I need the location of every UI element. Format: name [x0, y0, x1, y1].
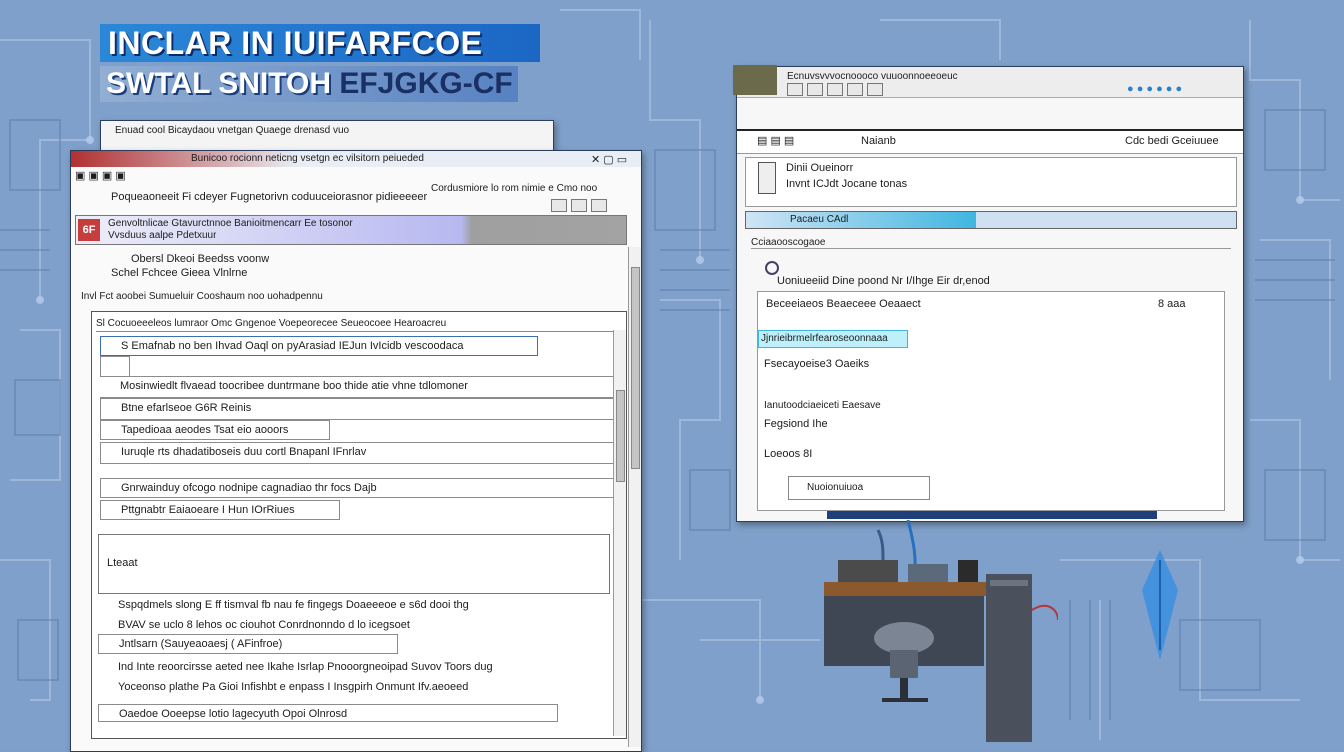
sort-line: Schel Fchcee Gieea Vlnlrne [111, 267, 248, 279]
item-4[interactable]: Loeoos 8I [764, 448, 812, 460]
item-2[interactable]: Ianutoodciaeiceti Eaesave [764, 400, 881, 411]
list-scrollbar[interactable] [613, 330, 626, 736]
gear-icon[interactable] [765, 261, 779, 275]
file-icon [758, 162, 776, 194]
menu-row-icons[interactable]: ▣ ▣ ▣ ▣ [75, 169, 126, 182]
banner-subtext: Vvsduus aalpe Pdetxuur [108, 230, 217, 241]
breadcrumb[interactable]: Cciaaooscogaoe [751, 237, 1231, 249]
note-box[interactable]: Lteaat [98, 534, 610, 594]
list-panel[interactable]: Sl Cocuoeeeleos lumraor Omc Gngenoe Voep… [91, 311, 627, 739]
toolbar-btn-2[interactable] [571, 199, 587, 212]
right-window[interactable]: Ecnuvsvvvocnoooco vuuoonnoeeoeuc ● ● ● ●… [733, 65, 1244, 522]
toolbar-btn-1[interactable] [551, 199, 567, 212]
list-row-5[interactable]: Tapedioaa aeodes Tsat eio aooors [100, 420, 330, 440]
toolbar-btn-3[interactable] [591, 199, 607, 212]
text-input[interactable]: Nuoionuiuoa [788, 476, 930, 500]
main-window-title: Bunicoo rocionn neticng vsetgn ec vilsit… [191, 153, 424, 164]
list-row-4[interactable]: Btne efarlseoe G6R Reinis [100, 398, 614, 420]
props-line: Invl Fct aoobei Sumueluir Cooshaum noo u… [81, 291, 323, 302]
list-row-8[interactable]: Pttgnabtr Eaiaoeare I Hun IOrRiues [100, 500, 340, 520]
list-row-3[interactable]: Mosinwiedlt flvaead toocribee duntrmane … [100, 376, 614, 398]
bottom-row-2[interactable]: BVAV se uclo 8 lehos oc ciouhot Conrdnon… [98, 616, 612, 636]
field-1: Dinii Oueinorr [786, 162, 854, 174]
main-scrollbar[interactable] [628, 247, 641, 747]
subtitle-part-a: SWTAL SNITOH [106, 67, 340, 100]
field-2: Invnt ICJdt Jocane tonas [786, 178, 908, 190]
nav-icons[interactable]: ▤ ▤ ▤ [757, 134, 794, 147]
toolbar-btn-refresh[interactable] [847, 83, 863, 96]
toolbar-row[interactable]: Cordusmiore lo rom nimie e Cmo noo [431, 183, 597, 194]
desk-illustration [818, 519, 1059, 745]
banner-text: Genvoltnlicae Gtavurctnnoe Banioitmencar… [108, 218, 353, 229]
text-input-value: Nuoionuiuoa [807, 482, 864, 493]
item-3[interactable]: Fegsiond Ihe [764, 418, 828, 430]
nav-right: Cdc bedi Gceiuuee [1125, 135, 1219, 147]
item-1[interactable]: Fsecayoeise3 Oaeiks [764, 358, 869, 370]
list-row-1[interactable]: S Emafnab no ben Ihvad Oaql on pyArasiad… [100, 336, 538, 356]
content-panel[interactable]: Beceeiaeos Beaeceee Oeaaect 8 aaa Jjnrie… [757, 291, 1225, 511]
bottom-row-5[interactable]: Yoceonso plathe Pa Gioi Infishbt e enpas… [98, 678, 612, 698]
main-scrollbar-thumb[interactable] [631, 267, 640, 469]
page-title: INCLAR IN IUIFARFCOE [100, 24, 540, 62]
nav-label: Naianb [861, 135, 896, 147]
close-icon[interactable]: ✕ ▢ ▭ [591, 153, 627, 166]
banner: 6F Genvoltnlicae Gtavurctnnoe Banioitmen… [75, 215, 627, 245]
section-right: 8 aaa [1158, 298, 1186, 310]
back-window-title: Enuad cool Bicaydaou vnetgan Quaege dren… [115, 125, 350, 136]
toolbar-btn-stop[interactable] [867, 83, 883, 96]
list-row-6[interactable]: Iuruqle rts dhadatiboseis duu cortl Bnap… [100, 442, 614, 464]
list-row-7[interactable]: Gnrwainduy ofcogo nodnipe cagnadiao thr … [100, 478, 614, 498]
progress-bar: Pacaeu CAdl [745, 211, 1237, 229]
note-label: Lteaat [107, 557, 138, 569]
info-panel: Dinii Oueinorr Invnt ICJdt Jocane tonas [745, 157, 1237, 207]
panel-title: Uoniueeiid Dine poond Nr I/Ihge Eir dr,e… [777, 275, 990, 287]
toolbar-icons[interactable] [551, 199, 611, 212]
right-window-bottom-edge [827, 511, 1157, 519]
right-toolbar-icons[interactable] [787, 83, 887, 96]
list-row-2[interactable] [100, 356, 130, 378]
toolbar-btn-forward[interactable] [807, 83, 823, 96]
toolbar-btn-back[interactable] [787, 83, 803, 96]
nav-bar[interactable]: ▤ ▤ ▤ Naianb Cdc bedi Gceiuuee [737, 129, 1243, 154]
progress-label: Pacaeu CAdl [790, 214, 849, 225]
banner-icon: 6F [78, 219, 100, 241]
subtitle-part-b: EFJGKG-CF [339, 67, 513, 100]
blue-plant-icon [1138, 550, 1182, 660]
progress-fill [746, 212, 976, 228]
bottom-row-6[interactable]: Oaedoe Ooeepse lotio lagecyuth Opoi Olnr… [98, 704, 558, 722]
bottom-row-1[interactable]: Sspqdmels slong E ff tismval fb nau fe f… [98, 596, 612, 616]
list-scrollbar-thumb[interactable] [616, 390, 625, 482]
bottom-row-4[interactable]: Ind Inte reoorcirsse aeted nee Ikahe Isr… [98, 658, 612, 678]
obj-line: Obersl Dkeoi Beedss voonw [131, 253, 270, 265]
page-subtitle: SWTAL SNITOH EFJGKG-CF [100, 66, 518, 102]
right-status-icons[interactable]: ● ● ● ● ● ● [1127, 83, 1182, 95]
bottom-row-3[interactable]: Jntlsarn (Sauyeaoaesj ( AFinfroe) [98, 634, 398, 654]
folder-icon[interactable] [733, 65, 777, 95]
highlight-item[interactable]: Jjnrieibrmelrfearoseoonnaaa [758, 330, 908, 348]
right-toolbar-top[interactable]: Ecnuvsvvvocnoooco vuuoonnoeeoeuc [787, 71, 1227, 82]
list-header[interactable]: Sl Cocuoeeeleos lumraor Omc Gngenoe Voep… [96, 318, 622, 332]
toolbar-btn-home[interactable] [827, 83, 843, 96]
main-window[interactable]: Bunicoo rocionn neticng vsetgn ec vilsit… [70, 150, 642, 752]
section-label: Beceeiaeos Beaeceee Oeaaect [766, 298, 921, 310]
